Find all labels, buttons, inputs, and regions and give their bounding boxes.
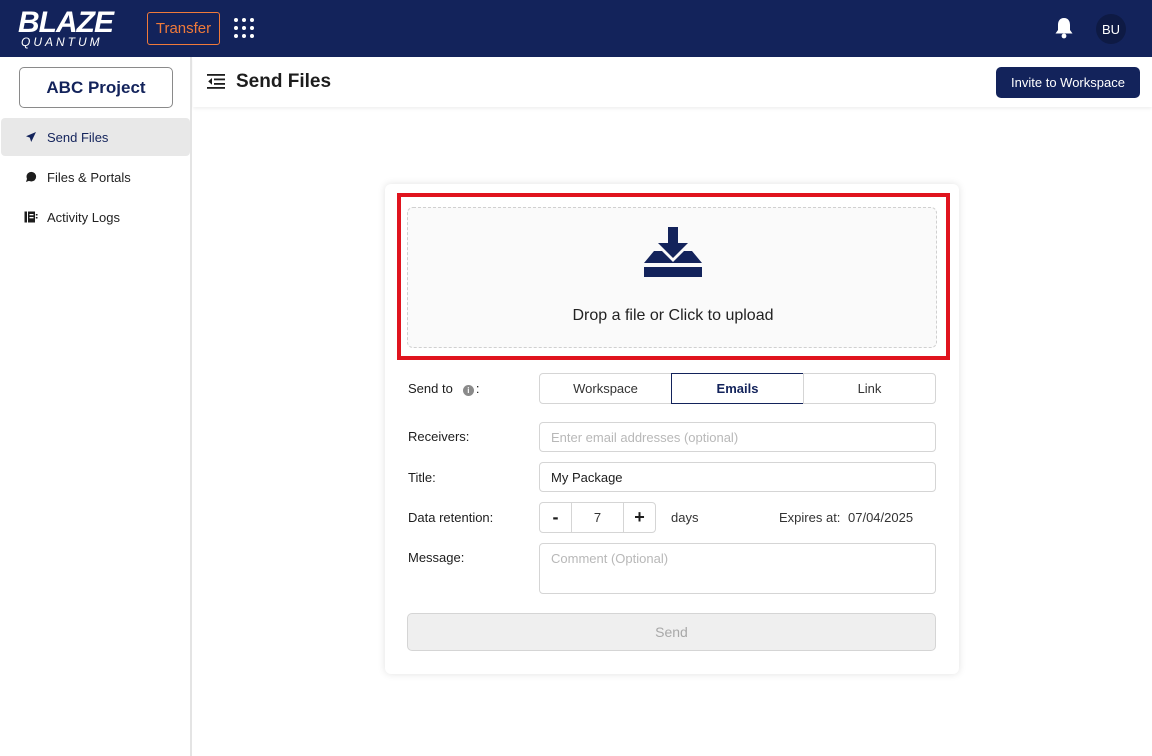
send-to-link-option[interactable]: Link <box>803 373 936 404</box>
title-label: Title: <box>408 470 436 485</box>
sidebar-item-label: Files & Portals <box>47 169 131 185</box>
log-book-icon <box>24 210 38 224</box>
sidebar-item-activity-logs[interactable]: Activity Logs <box>1 198 190 236</box>
logo-subtext: QUANTUM <box>21 35 103 49</box>
receivers-input[interactable]: Enter email addresses (optional) <box>539 422 936 452</box>
receivers-label: Receivers: <box>408 429 470 444</box>
top-bar: BLAZE QUANTUM Transfer BU <box>0 0 1152 57</box>
title-input[interactable]: My Package <box>539 462 936 492</box>
expires-label: Expires at: <box>779 510 841 525</box>
user-avatar[interactable]: BU <box>1096 14 1126 44</box>
invite-to-workspace-button[interactable]: Invite to Workspace <box>996 67 1140 98</box>
sidebar-item-label: Send Files <box>47 129 109 145</box>
sidebar-item-label: Activity Logs <box>47 209 120 225</box>
send-to-workspace-option[interactable]: Workspace <box>539 373 672 404</box>
blaze-quantum-logo[interactable]: BLAZE QUANTUM <box>18 6 130 49</box>
page-header: Send Files Invite to Workspace <box>193 57 1152 107</box>
dropzone-text: Drop a file or Click to upload <box>572 307 774 324</box>
sidebar: ABC Project Send Files Files & Portals A… <box>0 57 192 756</box>
info-icon[interactable]: i <box>462 385 474 396</box>
message-textarea[interactable]: Comment (Optional) <box>539 543 936 594</box>
retention-unit: days <box>671 510 699 525</box>
increment-button[interactable]: + <box>624 503 655 532</box>
logo-text: BLAZE <box>18 6 114 39</box>
sidebar-item-send-files[interactable]: Send Files <box>1 118 190 156</box>
grid-dots-icon[interactable] <box>233 17 255 39</box>
project-selector-button[interactable]: ABC Project <box>19 67 173 108</box>
collapse-menu-icon[interactable] <box>207 73 225 89</box>
decrement-button[interactable]: - <box>540 503 571 532</box>
page-title: Send Files <box>236 71 332 92</box>
message-label: Message: <box>408 550 465 565</box>
retention-stepper: - 7 + <box>539 502 656 533</box>
send-button[interactable]: Send <box>407 613 936 651</box>
data-retention-label: Data retention: <box>408 510 494 525</box>
download-tray-icon <box>643 227 703 279</box>
file-dropzone[interactable]: Drop a file or Click to upload <box>407 207 937 348</box>
send-to-label: Send to i: <box>408 381 480 396</box>
send-to-emails-option[interactable]: Emails <box>671 373 804 404</box>
transfer-product-button[interactable]: Transfer <box>147 12 220 45</box>
sidebar-item-files-portals[interactable]: Files & Portals <box>1 158 190 196</box>
chat-bubble-icon <box>24 170 38 184</box>
bell-icon[interactable] <box>1053 16 1075 40</box>
send-icon <box>24 130 38 144</box>
expires-value: 07/04/2025 <box>848 510 914 525</box>
retention-value-input[interactable]: 7 <box>571 503 624 532</box>
